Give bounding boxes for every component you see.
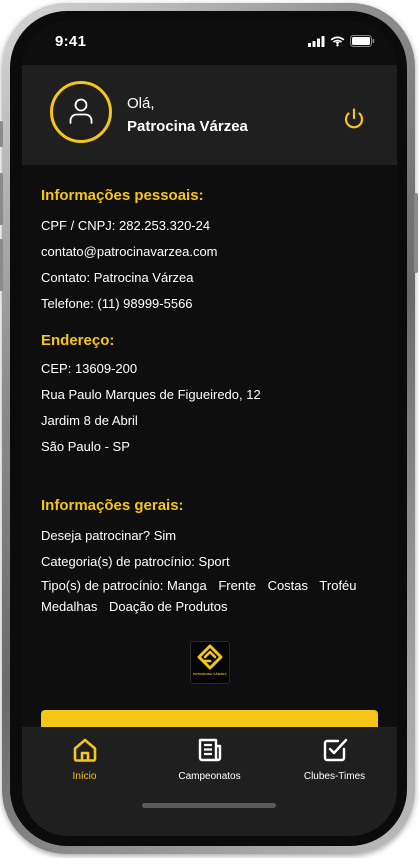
power-icon — [344, 108, 364, 129]
tab-clubes-times[interactable]: Clubes-Times — [272, 727, 397, 789]
phone-text: Telefone: (11) 98999-5566 — [41, 296, 193, 311]
user-icon — [69, 98, 93, 124]
mute-switch — [0, 121, 3, 147]
sponsor-type-tag: Troféu — [319, 578, 357, 593]
app-screen: 9:41 Olá, Patrocina Várzea Informações p… — [22, 21, 397, 836]
cpf-cnpj-text: CPF / CNPJ: 282.253.320-24 — [41, 218, 211, 233]
logo-text: PATROCINA VÁRZEA — [193, 672, 227, 676]
address-title: Endereço: — [41, 332, 115, 349]
neighborhood-text: Jardim 8 de Abril — [41, 413, 138, 428]
profile-header: Olá, Patrocina Várzea — [22, 65, 397, 165]
home-icon — [73, 738, 96, 762]
battery-icon — [350, 35, 375, 47]
avatar[interactable] — [50, 81, 112, 143]
signal-icon — [308, 35, 325, 47]
sponsor-type-tag: Costas — [267, 578, 309, 593]
tab-label: Início — [72, 771, 97, 782]
power-side-button — [414, 193, 418, 273]
sponsor-types: Tipo(s) de patrocínio: Manga Frente Cost… — [41, 575, 381, 617]
sponsor-type-tag: Frente — [218, 578, 256, 593]
categories-text: Categoria(s) de patrocínio: Sport — [41, 554, 230, 569]
tab-campeonatos[interactable]: Campeonatos — [147, 727, 272, 789]
personal-info-title: Informações pessoais: — [41, 187, 204, 204]
sponsor-type-tag: Doação de Produtos — [109, 599, 228, 614]
street-text: Rua Paulo Marques de Figueiredo, 12 — [41, 387, 261, 402]
contact-text: Contato: Patrocina Várzea — [41, 270, 194, 285]
checkbox-icon — [323, 738, 347, 762]
greeting-text: Olá, — [127, 95, 155, 112]
city-text: São Paulo - SP — [41, 439, 130, 454]
logout-button[interactable] — [342, 107, 366, 131]
wants-sponsor-text: Deseja patrocinar? Sim — [41, 528, 177, 543]
tab-label: Clubes-Times — [303, 771, 366, 782]
bottom-tab-bar: Início Campeonatos Clubes-Times — [22, 727, 397, 836]
home-indicator[interactable] — [142, 803, 276, 808]
status-time: 9:41 — [55, 33, 87, 50]
logo-mark-icon — [197, 644, 223, 670]
newspaper-icon — [198, 738, 221, 762]
wifi-icon — [330, 36, 345, 46]
volume-down-button — [0, 239, 3, 291]
general-info-title: Informações gerais: — [41, 497, 184, 514]
email-text: contato@patrocinavarzea.com — [41, 244, 218, 259]
sponsor-types-label: Tipo(s) de patrocínio: — [41, 578, 164, 593]
tab-inicio[interactable]: Início — [22, 727, 147, 789]
sponsor-type-tag: Medalhas — [41, 599, 98, 614]
volume-up-button — [0, 173, 3, 225]
status-icons — [308, 35, 375, 47]
sponsor-type-tag: Manga — [166, 578, 207, 593]
patrocina-varzea-logo: PATROCINA VÁRZEA — [190, 641, 230, 684]
user-name: Patrocina Várzea — [127, 118, 248, 135]
cep-text: CEP: 13609-200 — [41, 361, 138, 376]
tab-label: Campeonatos — [178, 771, 241, 782]
status-bar: 9:41 — [22, 21, 397, 65]
